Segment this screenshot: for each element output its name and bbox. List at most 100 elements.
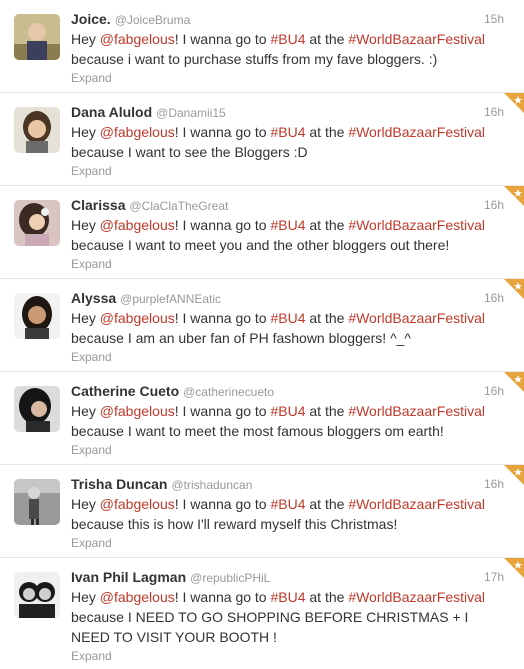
expand-link[interactable]: Expand <box>71 163 504 179</box>
tweet-timestamp[interactable]: 16h <box>484 103 504 121</box>
expand-link[interactable]: Expand <box>71 256 504 272</box>
hashtag-link[interactable]: #BU4 <box>270 310 305 326</box>
text-fragment: at the <box>309 217 345 233</box>
author-username[interactable]: @catherinecueto <box>183 385 274 399</box>
text-fragment: ! I wanna go to <box>174 403 267 419</box>
text-fragment: Hey <box>71 31 96 47</box>
author-fullname[interactable]: Ivan Phil Lagman <box>71 569 186 585</box>
tweet-timestamp[interactable]: 16h <box>484 289 504 307</box>
text-fragment: ! I wanna go to <box>174 589 267 605</box>
expand-link[interactable]: Expand <box>71 442 504 458</box>
tweet[interactable]: Catherine Cueto @catherinecueto 16h Hey @… <box>0 372 524 465</box>
tweet[interactable]: Trisha Duncan @trishaduncan 16h Hey @fabg… <box>0 465 524 558</box>
author-fullname[interactable]: Trisha Duncan <box>71 476 167 492</box>
text-fragment: because I NEED TO GO SHOPPING BEFORE CHR… <box>71 609 469 645</box>
tweet-timestamp[interactable]: 15h <box>484 10 504 28</box>
text-fragment: at the <box>309 124 345 140</box>
author-fullname[interactable]: Alyssa <box>71 290 116 306</box>
tweet-text: Hey @fabgelous! I wanna go to #BU4 at th… <box>71 587 504 647</box>
author-fullname[interactable]: Joice. <box>71 11 111 27</box>
text-fragment: Hey <box>71 496 96 512</box>
avatar-image <box>14 14 60 60</box>
avatar[interactable] <box>14 200 60 246</box>
tweet-text: Hey @fabgelous! I wanna go to #BU4 at th… <box>71 29 504 69</box>
mention-link[interactable]: @fabgelous <box>100 31 175 47</box>
avatar-image <box>14 386 60 432</box>
hashtag-link[interactable]: #BU4 <box>270 124 305 140</box>
hashtag-link[interactable]: #WorldBazaarFestival <box>348 403 485 419</box>
author-username[interactable]: @ClaClaTheGreat <box>129 199 228 213</box>
text-fragment: ! I wanna go to <box>174 496 267 512</box>
mention-link[interactable]: @fabgelous <box>100 310 175 326</box>
text-fragment: at the <box>309 310 345 326</box>
hashtag-link[interactable]: #BU4 <box>270 496 305 512</box>
author-fullname[interactable]: Clarissa <box>71 197 125 213</box>
tweet[interactable]: Alyssa @purplefANNEatic 16h Hey @fabgelou… <box>0 279 524 372</box>
text-fragment: Hey <box>71 217 96 233</box>
text-fragment: at the <box>309 496 345 512</box>
text-fragment: Hey <box>71 310 96 326</box>
hashtag-link[interactable]: #WorldBazaarFestival <box>348 124 485 140</box>
tweet-timestamp[interactable]: 16h <box>484 196 504 214</box>
avatar-image <box>14 107 60 153</box>
hashtag-link[interactable]: #BU4 <box>270 31 305 47</box>
tweet[interactable]: Joice. @JoiceBruma 15h Hey @fabgelous! I … <box>0 0 524 93</box>
text-fragment: ! I wanna go to <box>174 310 267 326</box>
tweet[interactable]: Clarissa @ClaClaTheGreat 16h Hey @fabgelo… <box>0 186 524 279</box>
mention-link[interactable]: @fabgelous <box>100 496 175 512</box>
text-fragment: because I want to meet you and the other… <box>71 237 450 253</box>
text-fragment: ! I wanna go to <box>174 217 267 233</box>
author-fullname[interactable]: Catherine Cueto <box>71 383 179 399</box>
author-username[interactable]: @purplefANNEatic <box>120 292 221 306</box>
mention-link[interactable]: @fabgelous <box>100 217 175 233</box>
tweet-timestamp[interactable]: 16h <box>484 475 504 493</box>
avatar[interactable] <box>14 107 60 153</box>
mention-link[interactable]: @fabgelous <box>100 124 175 140</box>
expand-link[interactable]: Expand <box>71 349 504 365</box>
author-username[interactable]: @republicPHiL <box>190 571 270 585</box>
author-username[interactable]: @JoiceBruma <box>115 13 191 27</box>
author-username[interactable]: @Danamii15 <box>156 106 226 120</box>
tweet-text: Hey @fabgelous! I wanna go to #BU4 at th… <box>71 122 504 162</box>
expand-link[interactable]: Expand <box>71 648 504 664</box>
avatar-image <box>14 200 60 246</box>
avatar[interactable] <box>14 479 60 525</box>
tweet[interactable]: Dana Alulod @Danamii15 16h Hey @fabgelous… <box>0 93 524 186</box>
text-fragment: Hey <box>71 403 96 419</box>
tweet-timestamp[interactable]: 17h <box>484 568 504 586</box>
text-fragment: at the <box>309 31 345 47</box>
text-fragment: because I want to see the Bloggers :D <box>71 144 308 160</box>
tweet[interactable]: Ivan Phil Lagman @republicPHiL 17h Hey @f… <box>0 558 524 669</box>
favorite-corner-icon <box>504 93 524 113</box>
text-fragment: at the <box>309 403 345 419</box>
mention-link[interactable]: @fabgelous <box>100 589 175 605</box>
avatar[interactable] <box>14 14 60 60</box>
text-fragment: because I am an uber fan of PH fashown b… <box>71 330 412 346</box>
hashtag-link[interactable]: #BU4 <box>270 589 305 605</box>
tweet-text: Hey @fabgelous! I wanna go to #BU4 at th… <box>71 308 504 348</box>
hashtag-link[interactable]: #BU4 <box>270 403 305 419</box>
text-fragment: at the <box>309 589 345 605</box>
tweet-timestamp[interactable]: 16h <box>484 382 504 400</box>
expand-link[interactable]: Expand <box>71 70 504 86</box>
mention-link[interactable]: @fabgelous <box>100 403 175 419</box>
author-fullname[interactable]: Dana Alulod <box>71 104 152 120</box>
hashtag-link[interactable]: #WorldBazaarFestival <box>348 217 485 233</box>
tweet-text: Hey @fabgelous! I wanna go to #BU4 at th… <box>71 401 504 441</box>
favorite-corner-icon <box>504 279 524 299</box>
text-fragment: because this is how I'll reward myself t… <box>71 516 398 532</box>
favorite-corner-icon <box>504 372 524 392</box>
avatar-image <box>14 293 60 339</box>
favorite-corner-icon <box>504 558 524 578</box>
avatar[interactable] <box>14 293 60 339</box>
author-username[interactable]: @trishaduncan <box>171 478 252 492</box>
hashtag-link[interactable]: #WorldBazaarFestival <box>348 31 485 47</box>
tweet-text: Hey @fabgelous! I wanna go to #BU4 at th… <box>71 215 504 255</box>
expand-link[interactable]: Expand <box>71 535 504 551</box>
avatar[interactable] <box>14 386 60 432</box>
hashtag-link[interactable]: #WorldBazaarFestival <box>348 310 485 326</box>
hashtag-link[interactable]: #BU4 <box>270 217 305 233</box>
avatar[interactable] <box>14 572 60 618</box>
hashtag-link[interactable]: #WorldBazaarFestival <box>348 496 485 512</box>
hashtag-link[interactable]: #WorldBazaarFestival <box>348 589 485 605</box>
